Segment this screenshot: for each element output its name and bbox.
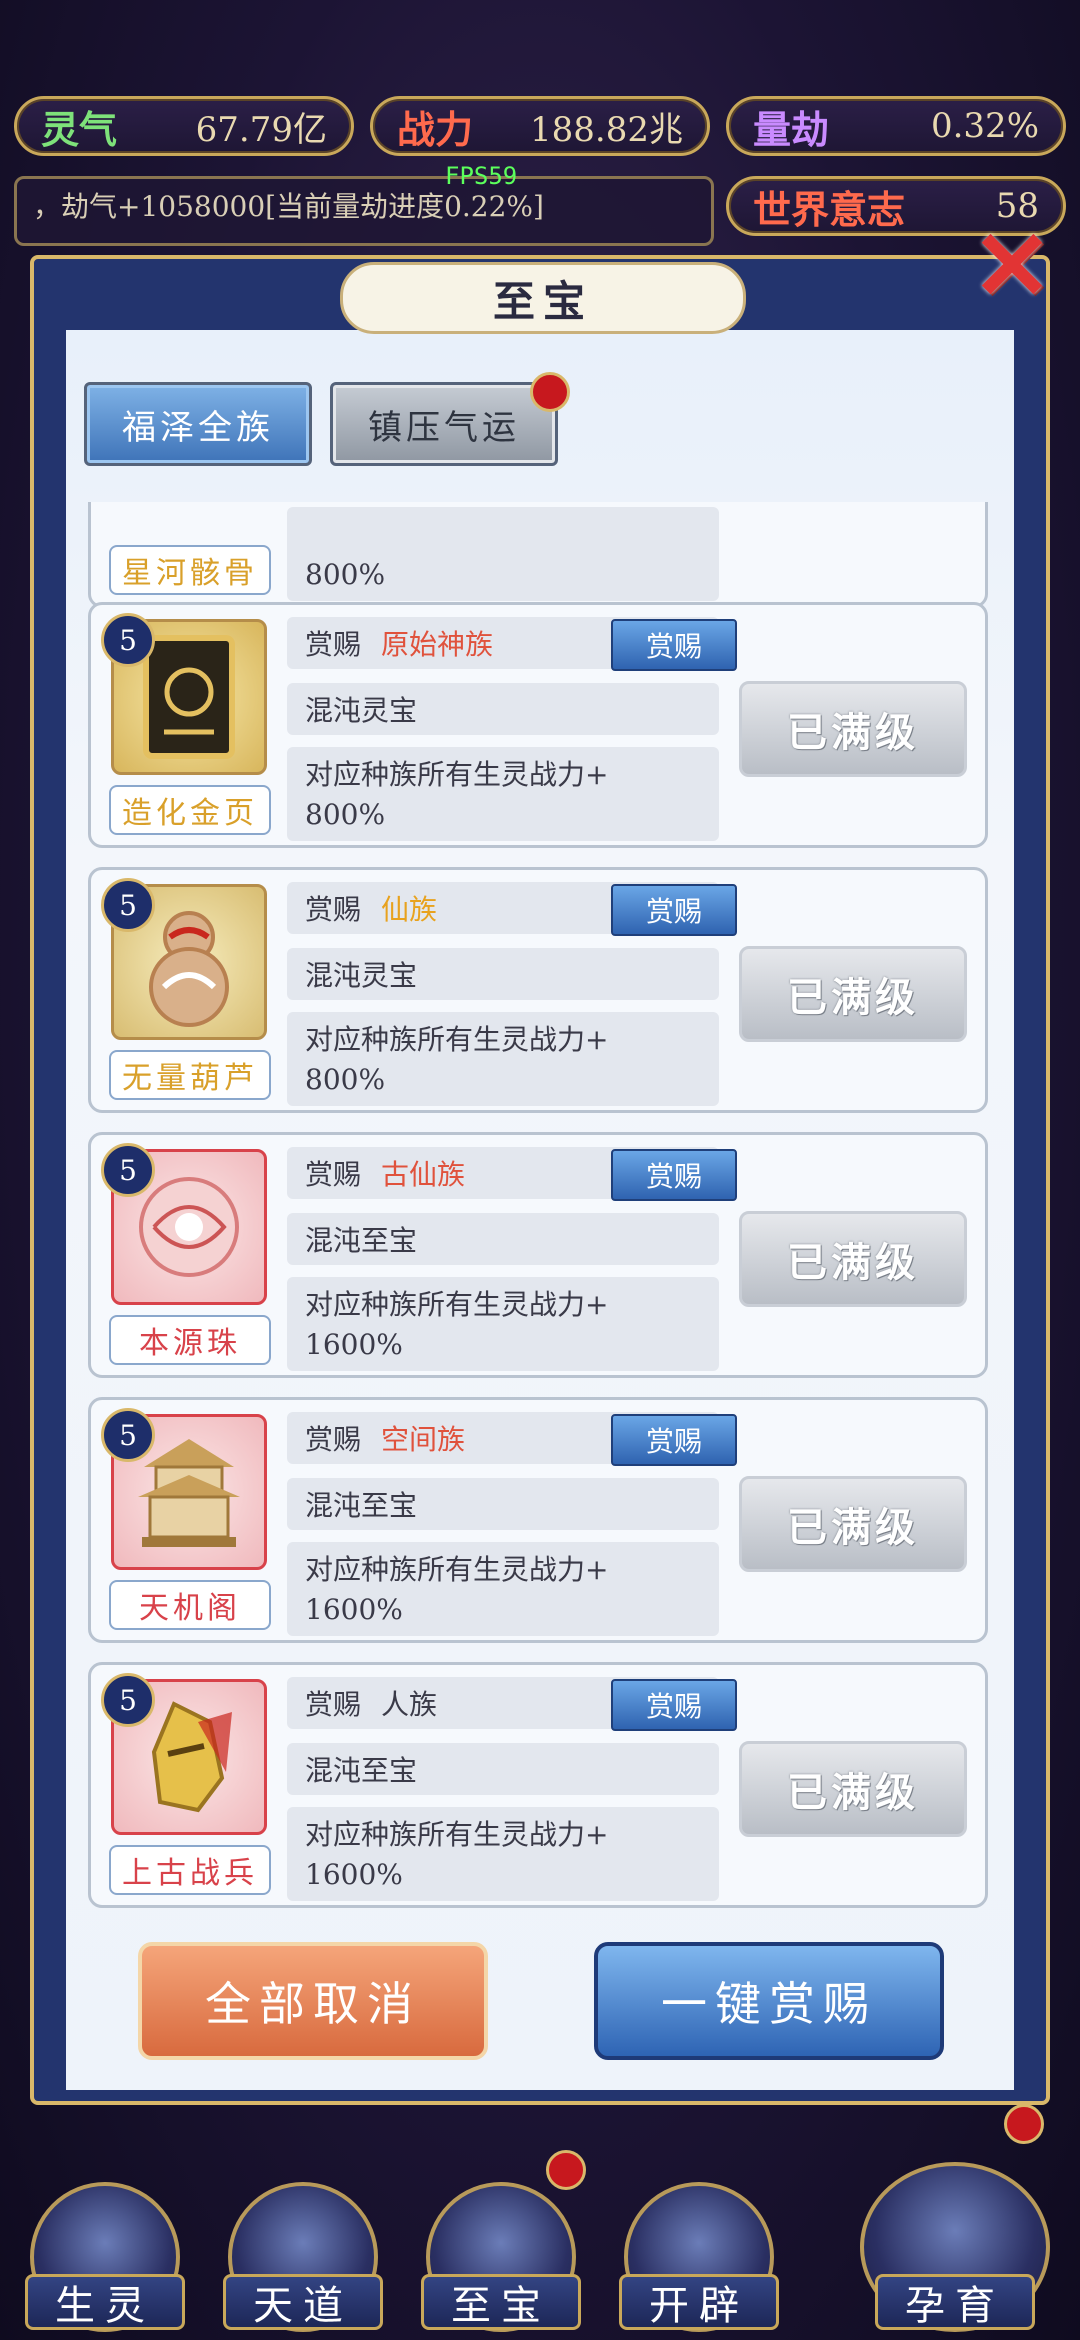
reward-button[interactable]: 赏赐 [611, 619, 737, 671]
effect-value: 1600% [305, 1328, 403, 1361]
resource-label: 量劫 [753, 106, 830, 152]
level-badge: 5 [101, 878, 155, 932]
nav-label: 孕育 [875, 2274, 1035, 2330]
treasure-card: 5 造化金页 赏赐 原始神族 赏赐 混沌灵宝 对应种族所有生灵战力+ 800% … [88, 602, 988, 848]
treasure-type: 混沌灵宝 [287, 948, 719, 1000]
effect-value: 800% [305, 1063, 386, 1096]
treasure-type: 混沌灵宝 [287, 683, 719, 735]
nav-label: 至宝 [421, 2274, 581, 2330]
treasure-effect: 800% [287, 507, 719, 601]
resource-zhanli: 战力 188.82兆 [370, 96, 710, 156]
reward-button[interactable]: 赏赐 [611, 1679, 737, 1731]
resource-value: 0.32% [930, 106, 1039, 146]
reward-button[interactable]: 赏赐 [611, 1414, 737, 1466]
nav-tiandao[interactable]: 天道 [218, 2150, 388, 2332]
modal-title: 至宝 [340, 262, 746, 334]
fps-counter: FPS59 [445, 162, 518, 190]
race-name: 空间族 [381, 1423, 466, 1456]
treasure-effect: 对应种族所有生灵战力+ 1600% [287, 1277, 719, 1371]
nav-label: 天道 [223, 2274, 383, 2330]
effect-line: 对应种族所有生灵战力+ [305, 1818, 609, 1851]
max-level-button: 已满级 [739, 1741, 967, 1837]
treasure-name: 本源珠 [109, 1315, 271, 1365]
event-log: ，劫气+1058000[当前量劫进度0.22%] [14, 176, 714, 246]
resource-liangjie: 量劫 0.32% [726, 96, 1066, 156]
reward-label: 赏赐 [305, 628, 362, 661]
treasure-list[interactable]: 星河骸骨 800% 5 造化金页 赏赐 原始神族 赏赐 混沌灵宝 对应种族所有生… [66, 502, 1014, 1922]
reward-label: 赏赐 [305, 1423, 362, 1456]
effect-value: 1600% [305, 1593, 403, 1626]
effect-value: 1600% [305, 1858, 403, 1891]
treasure-type: 混沌至宝 [287, 1743, 719, 1795]
treasure-card: 星河骸骨 800% [88, 502, 988, 608]
treasure-effect: 对应种族所有生灵战力+ 1600% [287, 1807, 719, 1901]
reward-button[interactable]: 赏赐 [611, 884, 737, 936]
max-level-button: 已满级 [739, 1211, 967, 1307]
nav-shengling[interactable]: 生灵 [20, 2150, 190, 2332]
level-badge: 5 [101, 1408, 155, 1462]
race-name: 仙族 [381, 893, 438, 926]
treasure-name: 上古战兵 [109, 1845, 271, 1895]
race-name: 古仙族 [381, 1158, 466, 1191]
treasure-type: 混沌至宝 [287, 1213, 719, 1265]
max-level-button: 已满级 [739, 946, 967, 1042]
tab-fuze-quanzu[interactable]: 福泽全族 [84, 382, 312, 466]
effect-line: 对应种族所有生灵战力+ [305, 1023, 609, 1056]
resource-value: 67.79亿 [195, 109, 327, 150]
reward-label: 赏赐 [305, 1158, 362, 1191]
reward-label: 赏赐 [305, 893, 362, 926]
race-name: 原始神族 [381, 628, 494, 661]
resource-label: 灵气 [41, 106, 118, 152]
effect-line [305, 515, 701, 555]
level-badge: 5 [101, 1143, 155, 1197]
effect-line: 对应种族所有生灵战力+ [305, 1553, 609, 1586]
level-badge: 5 [101, 613, 155, 667]
resource-value: 188.82兆 [530, 109, 683, 150]
notification-dot [546, 2150, 586, 2190]
race-name: 人族 [381, 1688, 438, 1721]
treasure-name: 星河骸骨 [109, 545, 271, 595]
treasure-card: 5 上古战兵 赏赐 人族 赏赐 混沌至宝 对应种族所有生灵战力+ 1600% 已… [88, 1662, 988, 1908]
treasure-effect: 对应种族所有生灵战力+ 800% [287, 1012, 719, 1106]
treasure-card: 5 无量葫芦 赏赐 仙族 赏赐 混沌灵宝 对应种族所有生灵战力+ 800% 已满… [88, 867, 988, 1113]
nav-yunyu[interactable]: 孕育 [850, 2150, 1060, 2332]
treasure-name: 天机阁 [109, 1580, 271, 1630]
treasure-type: 混沌至宝 [287, 1478, 719, 1530]
treasure-effect: 对应种族所有生灵战力+ 800% [287, 747, 719, 841]
notification-dot [1004, 2104, 1044, 2144]
cancel-all-button[interactable]: 全部取消 [138, 1942, 488, 2060]
reward-label: 赏赐 [305, 1688, 362, 1721]
treasure-effect: 对应种族所有生灵战力+ 1600% [287, 1542, 719, 1636]
effect-line: 对应种族所有生灵战力+ [305, 758, 609, 791]
notification-dot [530, 372, 570, 412]
max-level-button: 已满级 [739, 1476, 967, 1572]
reward-button[interactable]: 赏赐 [611, 1149, 737, 1201]
close-icon[interactable]: ✕ [968, 218, 1056, 314]
effect-line: 对应种族所有生灵战力+ [305, 1288, 609, 1321]
treasure-card: 5 本源珠 赏赐 古仙族 赏赐 混沌至宝 对应种族所有生灵战力+ 1600% 已… [88, 1132, 988, 1378]
resource-label: 战力 [397, 106, 474, 152]
nav-label: 生灵 [25, 2274, 185, 2330]
treasure-name: 造化金页 [109, 785, 271, 835]
effect-value: 800% [305, 558, 386, 591]
nav-label: 开辟 [619, 2274, 779, 2330]
effect-value: 800% [305, 798, 386, 831]
treasure-name: 无量葫芦 [109, 1050, 271, 1100]
max-level-button: 已满级 [739, 681, 967, 777]
nav-kaipi[interactable]: 开辟 [614, 2150, 784, 2332]
level-badge: 5 [101, 1673, 155, 1727]
tab-zhenya-qiyun[interactable]: 镇压气运 [330, 382, 558, 466]
reward-all-button[interactable]: 一键赏赐 [594, 1942, 944, 2060]
treasure-card: 5 天机阁 赏赐 空间族 赏赐 混沌至宝 对应种族所有生灵战力+ 1600% 已… [88, 1397, 988, 1643]
resource-lingqi: 灵气 67.79亿 [14, 96, 354, 156]
resource-label: 世界意志 [753, 186, 906, 232]
